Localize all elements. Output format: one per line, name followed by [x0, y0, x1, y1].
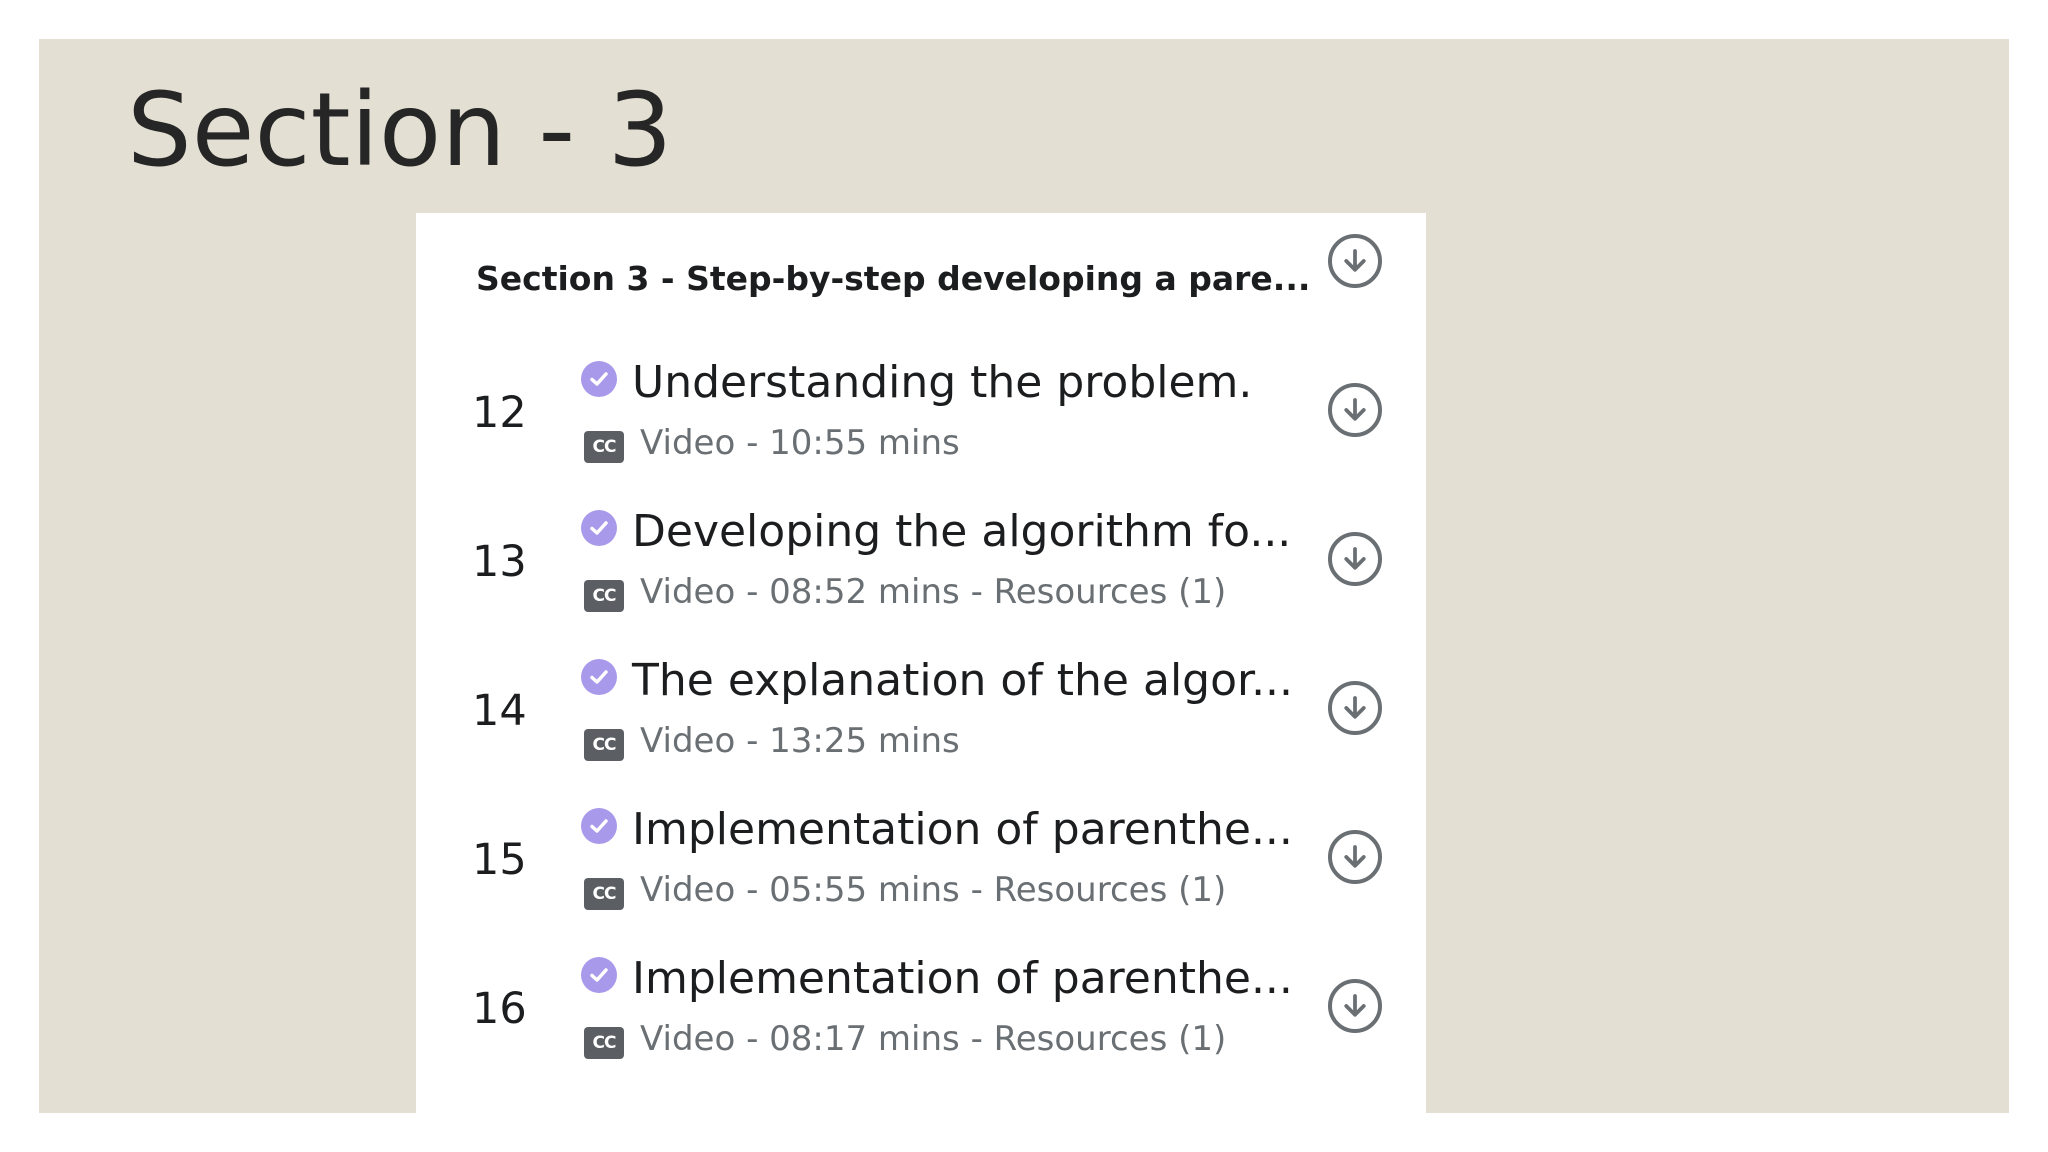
- download-icon[interactable]: [1328, 234, 1382, 288]
- section-header[interactable]: Section 3 - Step-by-step developing a pa…: [476, 243, 1310, 313]
- lecture-item[interactable]: 15 Implementation of parenthe... CC Vide…: [416, 790, 1426, 939]
- lecture-title[interactable]: Understanding the problem.: [632, 357, 1252, 408]
- lecture-item[interactable]: 13 Developing the algorithm fo... CC Vid…: [416, 492, 1426, 641]
- download-icon[interactable]: [1328, 383, 1382, 437]
- lecture-title[interactable]: Implementation of parenthe...: [632, 804, 1293, 855]
- lecture-number: 12: [472, 388, 527, 438]
- check-icon: [581, 659, 617, 695]
- lecture-title[interactable]: Developing the algorithm fo...: [632, 506, 1291, 557]
- closed-captions-icon: CC: [584, 431, 624, 463]
- closed-captions-icon: CC: [584, 878, 624, 910]
- lecture-number: 16: [472, 984, 527, 1034]
- closed-captions-icon: CC: [584, 580, 624, 612]
- lecture-item[interactable]: 16 Implementation of parenthe... CC Vide…: [416, 939, 1426, 1088]
- lecture-item[interactable]: 12 Understanding the problem. CC Video -…: [416, 343, 1426, 492]
- lecture-meta: Video - 13:25 mins: [640, 721, 960, 761]
- check-icon: [581, 808, 617, 844]
- check-icon: [581, 361, 617, 397]
- download-icon[interactable]: [1328, 830, 1382, 884]
- lecture-number: 13: [472, 537, 527, 587]
- check-icon: [581, 957, 617, 993]
- lecture-meta: Video - 08:17 mins - Resources (1): [640, 1019, 1227, 1059]
- closed-captions-icon: CC: [584, 1027, 624, 1059]
- download-icon[interactable]: [1328, 979, 1382, 1033]
- course-section-panel: Section 3 - Step-by-step developing a pa…: [416, 213, 1426, 1152]
- lecture-number: 14: [472, 686, 527, 736]
- lecture-meta: Video - 08:52 mins - Resources (1): [640, 572, 1227, 612]
- download-icon[interactable]: [1328, 532, 1382, 586]
- lecture-number: 15: [472, 835, 527, 885]
- lecture-meta: Video - 10:55 mins: [640, 423, 960, 463]
- check-icon: [581, 510, 617, 546]
- slide-title: Section - 3: [127, 71, 673, 190]
- lecture-title[interactable]: Implementation of parenthe...: [632, 953, 1293, 1004]
- download-icon[interactable]: [1328, 681, 1382, 735]
- lecture-meta: Video - 05:55 mins - Resources (1): [640, 870, 1227, 910]
- lecture-item[interactable]: 14 The explanation of the algor... CC Vi…: [416, 641, 1426, 790]
- lecture-title[interactable]: The explanation of the algor...: [632, 655, 1293, 706]
- closed-captions-icon: CC: [584, 729, 624, 761]
